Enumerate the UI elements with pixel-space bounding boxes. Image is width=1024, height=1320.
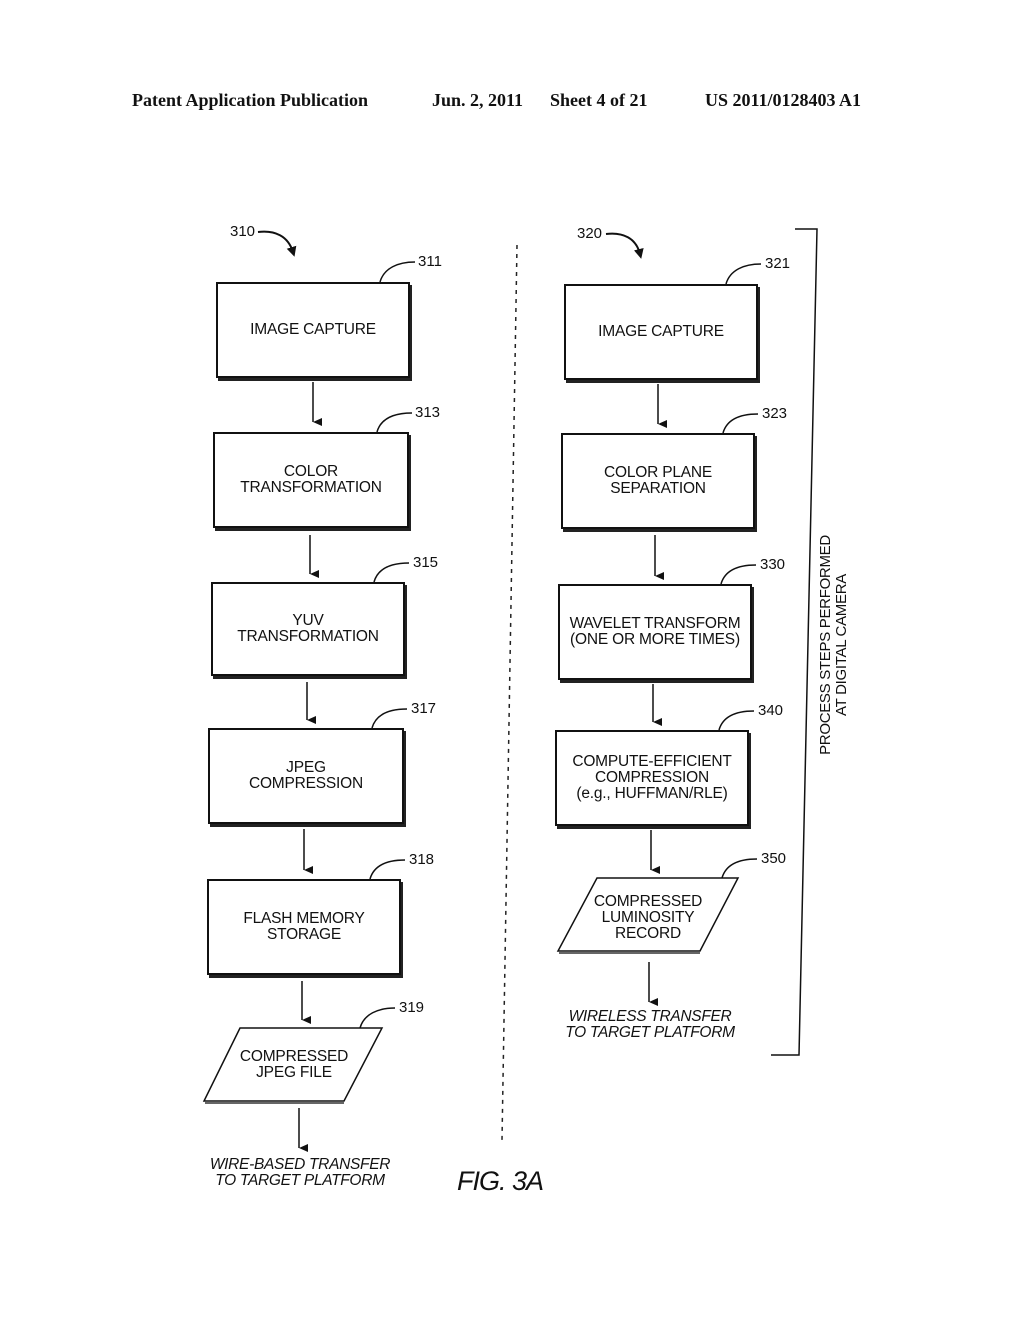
ref-350: 350 bbox=[761, 850, 787, 867]
ref-321: 321 bbox=[765, 255, 791, 272]
ref-319: 319 bbox=[399, 999, 425, 1016]
step-319-compressed-jpeg-file: COMPRESSED JPEG FILE bbox=[239, 1048, 349, 1081]
figure-label: FIG. 3A bbox=[457, 1166, 544, 1196]
leader-318 bbox=[369, 859, 406, 880]
ref-313: 313 bbox=[415, 404, 441, 421]
step-label: COLOR PLANE SEPARATION bbox=[603, 464, 713, 497]
ref-330: 330 bbox=[760, 556, 786, 573]
step-311-image-capture: IMAGE CAPTURE bbox=[216, 282, 410, 378]
ref-340: 340 bbox=[758, 702, 784, 719]
wire-based-transfer-output: WIRE-BASED TRANSFER TO TARGET PLATFORM bbox=[209, 1156, 391, 1189]
leader-317 bbox=[371, 708, 408, 729]
step-321-image-capture: IMAGE CAPTURE bbox=[564, 284, 758, 380]
step-label: WAVELET TRANSFORM (ONE OR MORE TIMES) bbox=[569, 615, 741, 648]
ref-317: 317 bbox=[411, 700, 437, 717]
leader-330 bbox=[720, 564, 757, 585]
step-313-color-transformation: COLOR TRANSFORMATION bbox=[213, 432, 409, 528]
step-label: COMPUTE-EFFICIENT COMPRESSION (e.g., HUF… bbox=[572, 753, 732, 802]
ref-311: 311 bbox=[418, 253, 442, 270]
ref-320-arrow bbox=[605, 232, 644, 259]
step-323-color-plane-separation: COLOR PLANE SEPARATION bbox=[561, 433, 755, 529]
leader-323 bbox=[722, 413, 759, 434]
step-label: IMAGE CAPTURE bbox=[598, 323, 724, 340]
step-330-wavelet-transform: WAVELET TRANSFORM (ONE OR MORE TIMES) bbox=[558, 584, 752, 680]
leader-311 bbox=[379, 261, 416, 283]
ref-323: 323 bbox=[762, 405, 788, 422]
leader-321 bbox=[725, 263, 762, 285]
bracket-label-process-steps: PROCESS STEPS PERFORMED AT DIGITAL CAMER… bbox=[817, 535, 850, 755]
step-350-compressed-luminosity-record: COMPRESSED LUMINOSITY RECORD bbox=[593, 893, 703, 942]
leader-319 bbox=[359, 1007, 396, 1029]
flowchart-connectors bbox=[202, 228, 818, 1152]
ref-315: 315 bbox=[413, 554, 439, 571]
step-340-compute-efficient-compression: COMPUTE-EFFICIENT COMPRESSION (e.g., HUF… bbox=[555, 730, 749, 826]
leader-340 bbox=[718, 710, 755, 731]
ref-310: 310 bbox=[230, 223, 256, 240]
ref-318: 318 bbox=[409, 851, 435, 868]
step-label: FLASH MEMORY STORAGE bbox=[243, 910, 365, 943]
wireless-transfer-output: WIRELESS TRANSFER TO TARGET PLATFORM bbox=[565, 1008, 735, 1041]
divider-line bbox=[501, 244, 518, 1141]
step-label: COLOR TRANSFORMATION bbox=[240, 463, 382, 496]
ref-320: 320 bbox=[577, 225, 603, 242]
step-label: JPEG COMPRESSION bbox=[248, 759, 364, 792]
leader-350 bbox=[721, 858, 758, 879]
ref-310-arrow bbox=[257, 230, 297, 257]
leader-313 bbox=[376, 412, 413, 433]
step-317-jpeg-compression: JPEG COMPRESSION bbox=[208, 728, 404, 824]
camera-steps-bracket bbox=[771, 228, 818, 1056]
leader-315 bbox=[373, 562, 410, 583]
step-label: YUV TRANSFORMATION bbox=[237, 612, 379, 645]
step-label: IMAGE CAPTURE bbox=[250, 321, 376, 338]
step-318-flash-memory-storage: FLASH MEMORY STORAGE bbox=[207, 879, 401, 975]
step-315-yuv-transformation: YUV TRANSFORMATION bbox=[211, 582, 405, 676]
